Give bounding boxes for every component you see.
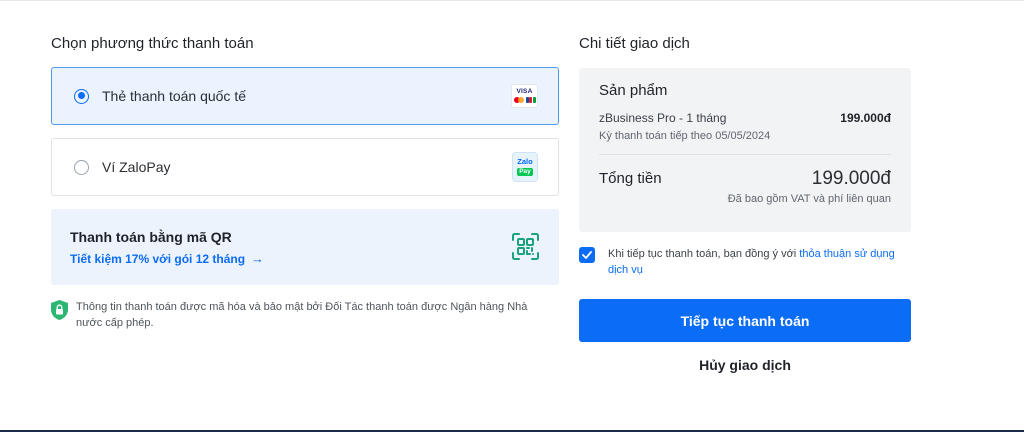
- total-label: Tổng tiền: [599, 170, 662, 187]
- terms-text: Khi tiếp tục thanh toán, bạn đồng ý với …: [608, 248, 895, 276]
- continue-payment-button[interactable]: Tiếp tục thanh toán: [579, 299, 911, 342]
- visa-mastercard-jcb-icon: VISA: [511, 84, 538, 108]
- radio-unselected[interactable]: [74, 159, 89, 175]
- divider: [599, 154, 891, 155]
- total-amount: 199.000đ: [811, 168, 891, 189]
- security-note: Thông tin thanh toán được mã hóa và bảo …: [51, 299, 559, 331]
- qr-title: Thanh toán bằng mã QR: [70, 229, 232, 245]
- transaction-title: Chi tiết giao dịch: [579, 35, 690, 52]
- terms-checkbox[interactable]: [579, 247, 595, 263]
- qr-scan-icon: [512, 233, 539, 260]
- payment-option-label: Ví ZaloPay: [102, 159, 171, 175]
- product-name: zBusiness Pro - 1 tháng: [599, 111, 727, 125]
- cancel-transaction-button[interactable]: Hủy giao dịch: [693, 356, 797, 374]
- transaction-details-section: Chi tiết giao dịch Sản phẩm zBusiness Pr…: [579, 35, 911, 374]
- product-heading: Sản phẩm: [599, 82, 668, 99]
- checkmark-icon: [582, 251, 592, 259]
- product-row: zBusiness Pro - 1 tháng 199.000đ: [599, 111, 891, 125]
- next-billing-date: Kỳ thanh toán tiếp theo 05/05/2024: [599, 130, 771, 142]
- radio-selected[interactable]: [74, 88, 89, 104]
- security-text: Thông tin thanh toán được mã hóa và bảo …: [76, 301, 528, 329]
- total-row: Tổng tiền 199.000đ: [599, 168, 891, 190]
- payment-option-zalopay[interactable]: Ví ZaloPay Zalo Pay: [51, 138, 559, 196]
- payment-option-international-card[interactable]: Thẻ thanh toán quốc tế VISA: [51, 67, 559, 125]
- shield-lock-icon: [51, 300, 68, 320]
- terms-agreement: Khi tiếp tục thanh toán, bạn đồng ý với …: [579, 246, 911, 278]
- payment-method-title: Chọn phương thức thanh toán: [51, 35, 254, 52]
- product-price: 199.000đ: [840, 111, 891, 125]
- vat-note: Đã bao gồm VAT và phí liên quan: [727, 193, 891, 205]
- arrow-right-icon: →: [251, 251, 265, 266]
- zalopay-icon: Zalo Pay: [512, 152, 538, 182]
- payment-option-label: Thẻ thanh toán quốc tế: [102, 88, 246, 104]
- qr-payment-option[interactable]: Thanh toán bằng mã QR Tiết kiệm 17% với …: [51, 209, 559, 285]
- order-summary: Sản phẩm zBusiness Pro - 1 tháng 199.000…: [579, 68, 911, 232]
- qr-promo-link[interactable]: Tiết kiệm 17% với gói 12 tháng →: [70, 251, 264, 266]
- payment-method-section: Chọn phương thức thanh toán Thẻ thanh to…: [51, 35, 559, 331]
